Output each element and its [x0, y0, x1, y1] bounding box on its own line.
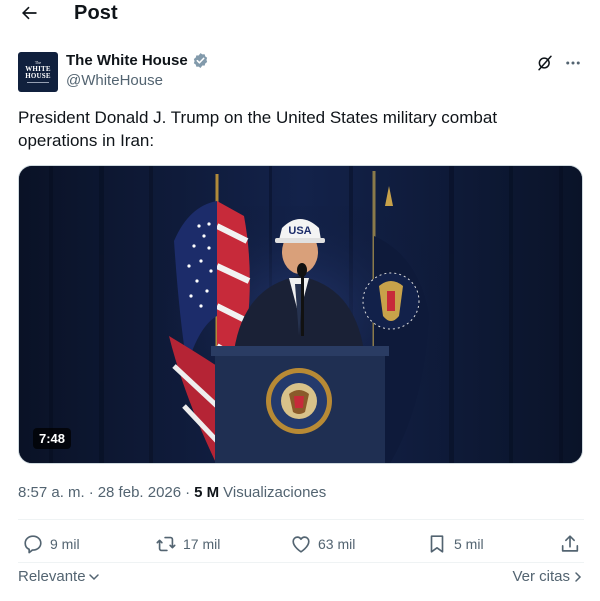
reply-button[interactable]: 9 mil [22, 528, 80, 560]
post-video[interactable]: USA 7:48 [18, 165, 583, 464]
bookmark-icon [430, 535, 444, 553]
post-time[interactable]: 8:57 a. m. [18, 484, 85, 501]
author-name-link[interactable]: The White House [66, 52, 209, 69]
like-button[interactable]: 63 mil [290, 528, 355, 560]
replies-toolbar: Relevante Ver citas [18, 566, 584, 588]
reply-count: 9 mil [50, 536, 80, 552]
post-text: President Donald J. Trump on the United … [18, 108, 498, 150]
more-options-button[interactable] [562, 52, 584, 74]
avatar-top-text: The [34, 60, 42, 65]
share-button[interactable] [559, 528, 587, 560]
sort-replies-dropdown[interactable]: Relevante [18, 568, 100, 585]
post-actions: 9 mil 17 mil 63 mil 5 mil [18, 528, 584, 560]
quotes-label: Ver citas [512, 568, 570, 585]
views-label: Visualizaciones [223, 484, 327, 501]
views-count: 5 M [194, 484, 220, 501]
podium [211, 346, 389, 463]
cap-text: USA [288, 225, 311, 237]
sort-label: Relevante [18, 568, 86, 585]
video-thumbnail: USA [19, 166, 582, 463]
author-handle[interactable]: @WhiteHouse [66, 72, 163, 89]
video-duration: 7:48 [33, 428, 72, 449]
meta-separator-2: · [185, 484, 191, 501]
avatar[interactable]: The WHITE HOUSE [18, 52, 58, 92]
reply-icon [24, 535, 42, 554]
share-icon [561, 535, 579, 552]
repost-icon [156, 536, 176, 552]
avatar-line-2: HOUSE [25, 72, 51, 80]
see-quotes-link[interactable]: Ver citas [512, 568, 584, 585]
post-author: The WHITE HOUSE The White House @WhiteHo… [18, 52, 584, 92]
divider-top [18, 519, 584, 520]
repost-count: 17 mil [183, 536, 221, 552]
repost-button[interactable]: 17 mil [155, 528, 220, 560]
verified-badge-icon [192, 52, 209, 69]
author-name: The White House [66, 52, 188, 69]
bookmark-button[interactable]: 5 mil [426, 528, 484, 560]
grok-icon [538, 55, 552, 71]
post-meta: 8:57 a. m. · 28 feb. 2026 · 5 M Visualiz… [18, 484, 326, 501]
grok-button[interactable] [534, 52, 556, 74]
meta-separator: · [88, 484, 94, 501]
post-date[interactable]: 28 feb. 2026 [98, 484, 181, 501]
like-count: 63 mil [318, 536, 356, 552]
top-bar: Post [0, 0, 600, 28]
arrow-left-icon [22, 6, 37, 20]
bookmark-count: 5 mil [454, 536, 484, 552]
heart-icon [292, 536, 310, 553]
chevron-right-icon [572, 571, 584, 583]
chevron-down-icon [88, 571, 100, 583]
avatar-rule [27, 82, 49, 83]
more-horizontal-icon [566, 61, 580, 65]
divider-bottom [18, 562, 584, 563]
back-button[interactable] [18, 2, 40, 24]
page-title: Post [74, 2, 118, 24]
